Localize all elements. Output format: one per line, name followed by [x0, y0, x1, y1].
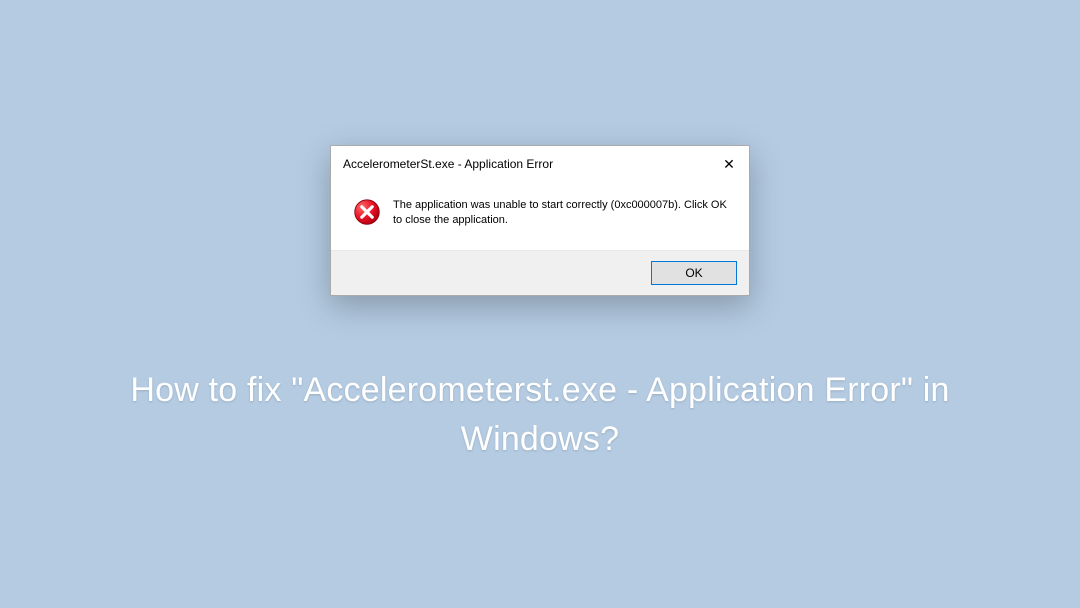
error-icon — [353, 198, 381, 228]
dialog-content: The application was unable to start corr… — [331, 182, 749, 250]
page-headline: How to fix "Accelerometerst.exe - Applic… — [0, 366, 1080, 465]
dialog-message: The application was unable to start corr… — [393, 198, 733, 228]
ok-button[interactable]: OK — [651, 261, 737, 285]
close-icon: ✕ — [723, 156, 735, 173]
dialog-title: AccelerometerSt.exe - Application Error — [343, 157, 553, 171]
error-dialog: AccelerometerSt.exe - Application Error … — [330, 145, 750, 296]
dialog-titlebar: AccelerometerSt.exe - Application Error … — [331, 146, 749, 182]
dialog-button-row: OK — [331, 250, 749, 295]
close-button[interactable]: ✕ — [719, 154, 739, 174]
